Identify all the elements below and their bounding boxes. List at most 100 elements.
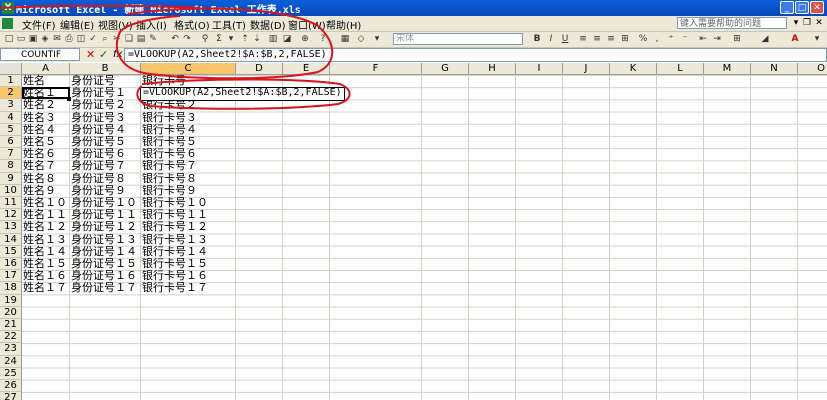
cell-a13[interactable]: 姓名１２ (22, 221, 67, 233)
menu-edit[interactable]: 编辑(E) (60, 17, 94, 32)
font-color-icon[interactable]: A (790, 34, 800, 44)
increase-indent-icon[interactable]: ⇥ (712, 34, 722, 44)
column-header-l[interactable]: L (657, 63, 704, 75)
copy-icon[interactable]: ❏ (124, 34, 134, 44)
italic-icon[interactable]: I (546, 34, 556, 44)
editing-cell-c2[interactable]: =VLOOKUP(A2,Sheet2!$A:$B,2,FALSE) (140, 87, 345, 102)
menu-data[interactable]: 数据(D) (250, 17, 286, 32)
cell-a18[interactable]: 姓名１７ (22, 282, 67, 294)
row-header-11[interactable]: 11 (0, 197, 22, 210)
align-left-icon[interactable]: ≡ (578, 34, 588, 44)
preview-icon[interactable]: ◫ (76, 34, 86, 44)
borders-icon[interactable]: ⊞ (732, 34, 742, 44)
cell-c10[interactable]: 银行卡号９ (141, 184, 197, 197)
row-header-18[interactable]: 18 (0, 282, 22, 295)
hyperlink-icon[interactable]: ⚲ (200, 34, 210, 44)
cell-b9[interactable]: 身份证号８ (70, 172, 126, 185)
align-right-icon[interactable]: ≡ (606, 34, 616, 44)
row-header-9[interactable]: 9 (0, 172, 22, 185)
increase-decimal-icon[interactable]: ⁺ (666, 34, 676, 44)
percent-icon[interactable]: % (638, 34, 648, 44)
cell-a4[interactable]: 姓名３ (22, 111, 56, 124)
chevron-down-icon[interactable]: ▾ (791, 18, 801, 28)
help-icon[interactable]: ? (318, 34, 328, 44)
cell-b4[interactable]: 身份证号３ (70, 111, 126, 124)
row-header-7[interactable]: 7 (0, 148, 22, 161)
cell-b10[interactable]: 身份证号９ (70, 184, 126, 197)
mail-icon[interactable]: ✉ (52, 34, 62, 44)
row-header-26[interactable]: 26 (0, 380, 22, 393)
font-name-select[interactable]: 宋体 (393, 33, 523, 45)
close-button[interactable]: ✕ (810, 1, 824, 14)
format-painter-icon[interactable]: ✎ (148, 34, 158, 44)
row-header-4[interactable]: 4 (0, 111, 22, 124)
cancel-icon[interactable]: ✕ (86, 48, 95, 61)
row-header-8[interactable]: 8 (0, 160, 22, 173)
row-header-15[interactable]: 15 (0, 245, 22, 258)
menu-window[interactable]: 窗口(W) (288, 17, 326, 32)
save-icon[interactable]: ▣ (28, 34, 38, 44)
menu-view[interactable]: 视图(V) (98, 17, 133, 32)
cell-b3[interactable]: 身份证号２ (70, 99, 126, 111)
workbook-icon[interactable] (2, 18, 13, 29)
menu-tools[interactable]: 工具(T) (212, 17, 246, 32)
column-header-i[interactable]: I (516, 63, 563, 75)
cell-b13[interactable]: 身份证号１２ (70, 221, 137, 233)
zoom-icon[interactable]: ⊕ (300, 34, 310, 44)
row-header-19[interactable]: 19 (0, 294, 22, 307)
row-header-10[interactable]: 10 (0, 184, 22, 197)
cell-a15[interactable]: 姓名１４ (22, 245, 67, 258)
name-box[interactable]: COUNTIF (0, 48, 80, 61)
shape-icon[interactable]: ◇ (356, 34, 366, 44)
print-icon[interactable]: ⎙ (64, 34, 74, 44)
fill-handle[interactable] (67, 96, 71, 101)
underline-icon[interactable]: U (560, 34, 570, 44)
row-header-5[interactable]: 5 (0, 123, 22, 136)
column-header-m[interactable]: M (704, 63, 751, 75)
cell-b8[interactable]: 身份证号７ (70, 160, 126, 172)
menu-help[interactable]: 帮助(H) (326, 17, 361, 32)
chevron-down-icon[interactable]: ▾ (812, 34, 822, 44)
row-header-14[interactable]: 14 (0, 233, 22, 246)
cell-c5[interactable]: 银行卡号４ (141, 123, 197, 136)
cell-c9[interactable]: 银行卡号８ (141, 172, 197, 185)
column-header-o[interactable]: O (798, 63, 827, 75)
menu-file[interactable]: 文件(F) (22, 17, 56, 32)
cell-a3[interactable]: 姓名２ (22, 99, 56, 111)
insert-function-icon[interactable]: fx (113, 48, 122, 61)
fill-color-icon[interactable]: ◢ (760, 34, 770, 44)
column-header-g[interactable]: G (422, 63, 469, 75)
autosum-icon[interactable]: Σ (214, 34, 224, 44)
sort-desc-icon[interactable]: ⇣ (252, 34, 262, 44)
row-header-12[interactable]: 12 (0, 209, 22, 222)
row-header-13[interactable]: 13 (0, 221, 22, 234)
row-header-17[interactable]: 17 (0, 270, 22, 283)
row-header-20[interactable]: 20 (0, 306, 22, 319)
spelling-icon[interactable]: ✓ (88, 34, 98, 44)
cell-c13[interactable]: 银行卡号１２ (141, 221, 208, 233)
column-header-h[interactable]: H (469, 63, 516, 75)
enter-icon[interactable]: ✓ (99, 48, 108, 61)
chart-icon[interactable]: ▥ (268, 34, 278, 44)
column-header-f[interactable]: F (330, 63, 422, 75)
cell-b5[interactable]: 身份证号４ (70, 123, 126, 136)
cut-icon[interactable]: ✂ (112, 34, 122, 44)
cell-c1[interactable]: 银行卡号 (141, 75, 186, 87)
column-header-n[interactable]: N (751, 63, 798, 75)
paste-icon[interactable]: ▤ (136, 34, 146, 44)
permission-icon[interactable]: ◈ (40, 34, 50, 44)
help-search-box[interactable]: 键入需要帮助的问题 (677, 17, 787, 29)
chart-wizard-icon[interactable]: ▦ (340, 34, 350, 44)
close-icon[interactable]: ✕ (814, 18, 824, 28)
align-center-icon[interactable]: ≡ (592, 34, 602, 44)
cell-b15[interactable]: 身份证号１４ (70, 245, 137, 258)
drawing-icon[interactable]: ◪ (282, 34, 292, 44)
comma-icon[interactable]: , (652, 34, 662, 44)
menu-insert[interactable]: 插入(I) (136, 17, 167, 32)
decrease-decimal-icon[interactable]: ⁻ (680, 34, 690, 44)
column-header-d[interactable]: D (236, 63, 283, 75)
minimize-button[interactable]: _ (780, 1, 794, 14)
bold-icon[interactable]: B (532, 34, 542, 44)
row-header-21[interactable]: 21 (0, 319, 22, 332)
cell-c18[interactable]: 银行卡号１７ (141, 282, 208, 294)
